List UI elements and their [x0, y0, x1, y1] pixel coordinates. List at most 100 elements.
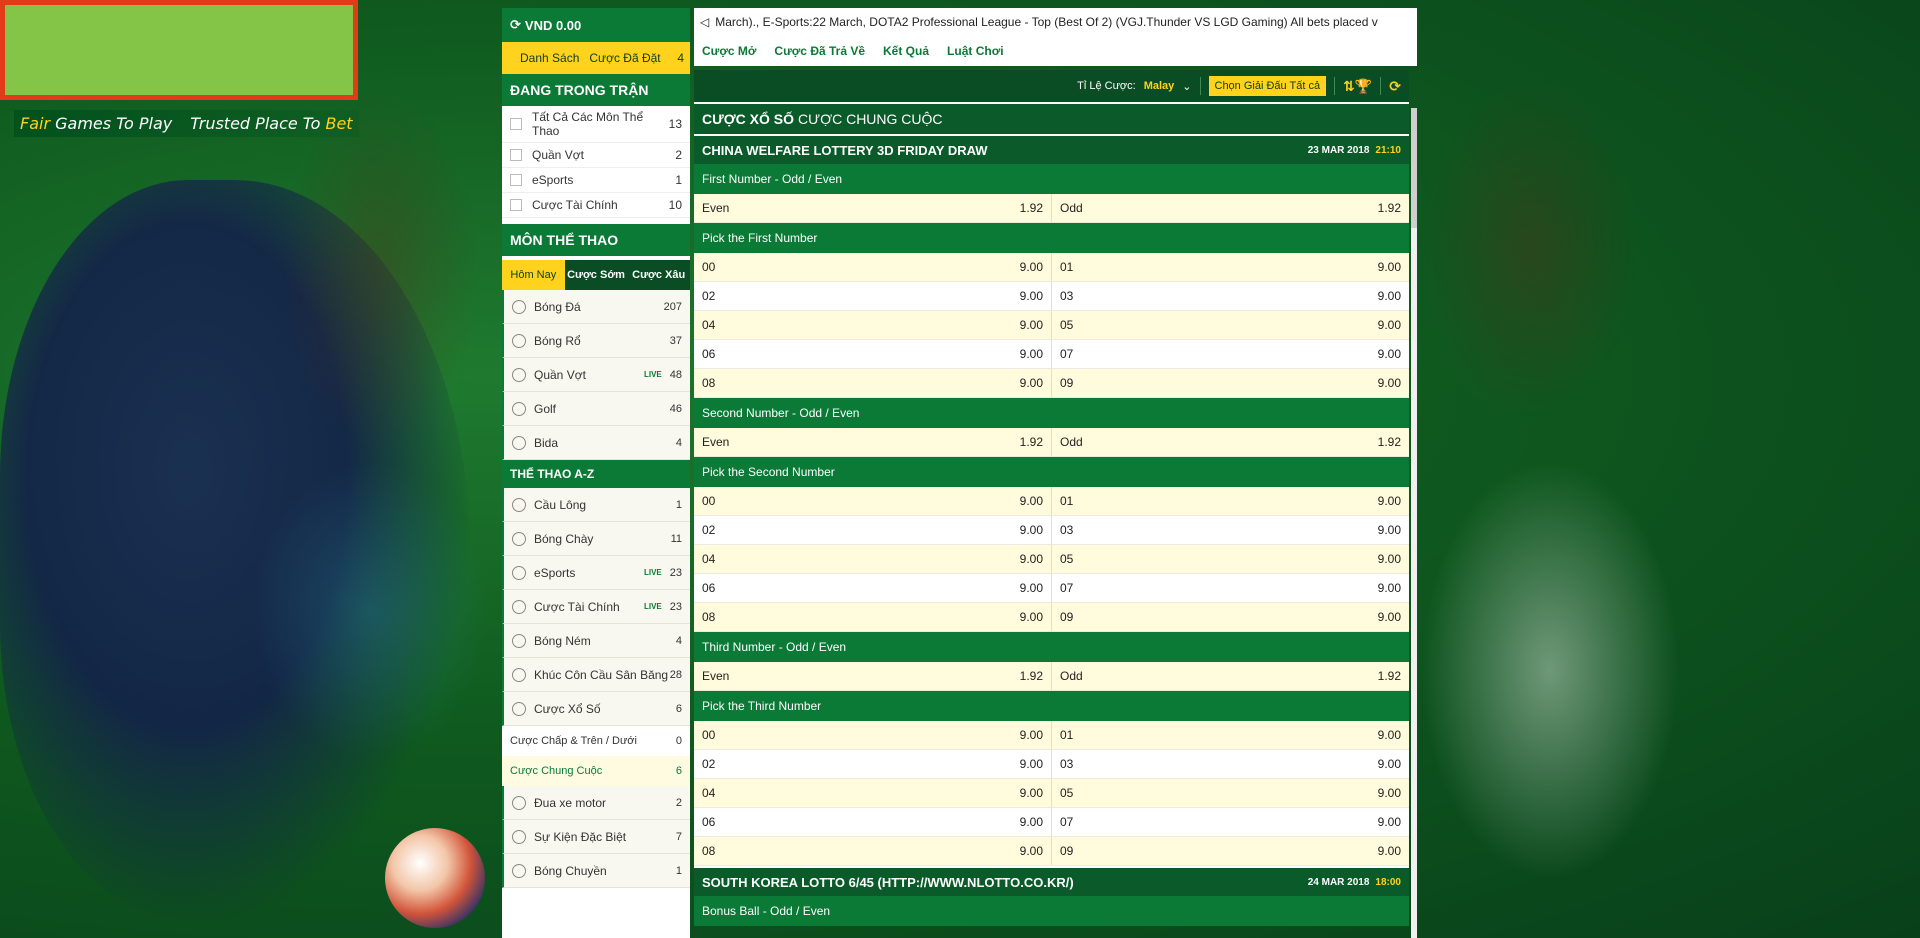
selection-name: 00 — [702, 260, 716, 274]
nav-results[interactable]: Kết Quả — [883, 44, 929, 58]
odds-cell[interactable]: 07 9.00 — [1051, 574, 1409, 602]
odds-cell[interactable]: Odd 1.92 — [1051, 428, 1409, 456]
speaker-icon: ◁ — [700, 15, 710, 29]
odds-cell[interactable]: 05 9.00 — [1051, 545, 1409, 573]
scrollbar[interactable] — [1411, 108, 1417, 938]
sport-item[interactable]: Bóng Chày 11 — [502, 522, 690, 556]
odds-cell[interactable]: 02 9.00 — [694, 282, 1051, 310]
refresh-icon[interactable]: ⟳ — [1389, 78, 1401, 95]
sport-icon — [512, 565, 526, 580]
checkbox[interactable] — [510, 199, 522, 211]
market-title: Third Number - Odd / Even — [694, 632, 1409, 662]
checkbox[interactable] — [510, 174, 522, 186]
odds-cell[interactable]: 02 9.00 — [694, 750, 1051, 778]
sport-item[interactable]: Cược Xổ Số 6 — [502, 692, 690, 726]
sport-item[interactable]: Bóng Chuyền 1 — [502, 854, 690, 888]
odds-cell[interactable]: 07 9.00 — [1051, 340, 1409, 368]
live-sport-item[interactable]: Cược Tài Chính 10 — [502, 193, 690, 218]
odds-type-select[interactable]: Malay — [1144, 80, 1175, 92]
odds-cell[interactable]: 00 9.00 — [694, 487, 1051, 515]
odds-cell[interactable]: 05 9.00 — [1051, 779, 1409, 807]
odds-cell[interactable]: 09 9.00 — [1051, 603, 1409, 631]
sport-item[interactable]: Golf 46 — [502, 392, 690, 426]
sport-item[interactable]: Bida 4 — [502, 426, 690, 460]
league-filter-button[interactable]: Chọn Giải Đấu Tất cả — [1208, 76, 1327, 96]
sport-count: 7 — [675, 830, 682, 843]
odds-cell[interactable]: 00 9.00 — [694, 253, 1051, 281]
odds-cell[interactable]: Odd 1.92 — [1051, 662, 1409, 690]
wallet-balance[interactable]: ⟳ VND 0.00 — [502, 8, 690, 42]
sport-item[interactable]: Sự Kiện Đặc Biệt 7 — [502, 820, 690, 854]
odds-cell[interactable]: 07 9.00 — [1051, 808, 1409, 836]
odds-cell[interactable]: Odd 1.92 — [1051, 194, 1409, 222]
selection-name: 06 — [702, 581, 716, 595]
sport-item[interactable]: Bóng Ném 4 — [502, 624, 690, 658]
refresh-icon[interactable]: ⟳ — [510, 17, 521, 33]
odds-cell[interactable]: 05 9.00 — [1051, 311, 1409, 339]
sport-item[interactable]: Bóng Đá 207 — [502, 290, 690, 324]
odds-cell[interactable]: 08 9.00 — [694, 369, 1051, 397]
odds-cell[interactable]: 06 9.00 — [694, 340, 1051, 368]
sport-icon — [512, 701, 526, 716]
tab-parlay[interactable]: Cược Xâu — [627, 260, 690, 290]
site-logo[interactable] — [0, 0, 358, 100]
league-filter-value: Tất cả — [1289, 80, 1321, 92]
nav-returned-bets[interactable]: Cược Đã Trả Về — [774, 44, 865, 58]
odds-cell[interactable]: 01 9.00 — [1051, 721, 1409, 749]
tab-placed-bets[interactable]: Cược Đã Đặt — [589, 51, 660, 65]
odds-cell[interactable]: 04 9.00 — [694, 311, 1051, 339]
sport-item[interactable]: Khúc Côn Cầu Sân Băng 28 — [502, 658, 690, 692]
odds-cell[interactable]: 09 9.00 — [1051, 837, 1409, 865]
odds-cell[interactable]: 03 9.00 — [1051, 516, 1409, 544]
lottery-subitem[interactable]: Cược Chấp & Trên / Dưới 0 — [502, 726, 690, 756]
odds-cell[interactable]: 03 9.00 — [1051, 282, 1409, 310]
odds-cell[interactable]: 04 9.00 — [694, 545, 1051, 573]
odds-cell[interactable]: Even 1.92 — [694, 194, 1051, 222]
live-sport-item[interactable]: eSports 1 — [502, 168, 690, 193]
sport-item[interactable]: Cược Tài Chính LIVE 23 — [502, 590, 690, 624]
odds-cell[interactable]: 06 9.00 — [694, 808, 1051, 836]
odds-cell[interactable]: Even 1.92 — [694, 662, 1051, 690]
tab-early[interactable]: Cược Sớm — [565, 260, 628, 290]
odds-cell[interactable]: 08 9.00 — [694, 603, 1051, 631]
selection-name: 04 — [702, 318, 716, 332]
odds-price: 9.00 — [1019, 786, 1043, 800]
odds-cell[interactable]: Even 1.92 — [694, 428, 1051, 456]
odds-cell[interactable]: 01 9.00 — [1051, 253, 1409, 281]
nav-open-bets[interactable]: Cược Mở — [702, 44, 756, 58]
sport-item[interactable]: Cầu Lông 1 — [502, 488, 690, 522]
odds-cell[interactable]: 06 9.00 — [694, 574, 1051, 602]
odds-row: 04 9.00 05 9.00 — [694, 779, 1409, 808]
odds-row: 00 9.00 01 9.00 — [694, 487, 1409, 516]
tab-today[interactable]: Hôm Nay — [502, 260, 565, 290]
odds-cell[interactable]: 04 9.00 — [694, 779, 1051, 807]
sport-icon — [512, 367, 526, 382]
lottery-sub-count: 6 — [675, 765, 682, 777]
odds-cell[interactable]: 01 9.00 — [1051, 487, 1409, 515]
sport-item[interactable]: Quần Vợt LIVE 48 — [502, 358, 690, 392]
tab-bet-list[interactable]: Danh Sách — [520, 51, 579, 65]
odds-cell[interactable]: 08 9.00 — [694, 837, 1051, 865]
odds-price: 9.00 — [1019, 610, 1043, 624]
sport-label: Quần Vợt — [534, 367, 586, 382]
background-player-art — [1420, 460, 1680, 880]
odds-cell[interactable]: 02 9.00 — [694, 516, 1051, 544]
checkbox[interactable] — [510, 149, 522, 161]
live-sport-item[interactable]: Tất Cả Các Môn Thể Thao 13 — [502, 106, 690, 143]
sport-item[interactable]: eSports LIVE 23 — [502, 556, 690, 590]
sport-item[interactable]: Đua xe motor 2 — [502, 786, 690, 820]
sort-trophy-icon[interactable]: ⇅🏆 — [1343, 78, 1372, 95]
checkbox[interactable] — [510, 118, 522, 130]
lottery-subitem[interactable]: Cược Chung Cuộc 6 — [502, 756, 690, 786]
sport-item[interactable]: Bóng Rổ 37 — [502, 324, 690, 358]
live-sport-item[interactable]: Quần Vợt 2 — [502, 143, 690, 168]
news-ticker: ◁ March)., E-Sports:22 March, DOTA2 Prof… — [694, 8, 1417, 36]
sport-icon — [512, 599, 526, 614]
nav-rules[interactable]: Luật Chơi — [947, 44, 1004, 58]
odds-cell[interactable]: 09 9.00 — [1051, 369, 1409, 397]
chevron-down-icon[interactable]: ⌄ — [1182, 80, 1191, 93]
odds-cell[interactable]: 00 9.00 — [694, 721, 1051, 749]
odds-cell[interactable]: 03 9.00 — [1051, 750, 1409, 778]
scrollbar-thumb[interactable] — [1411, 108, 1417, 228]
sport-label: Bóng Chuyền — [534, 863, 607, 878]
